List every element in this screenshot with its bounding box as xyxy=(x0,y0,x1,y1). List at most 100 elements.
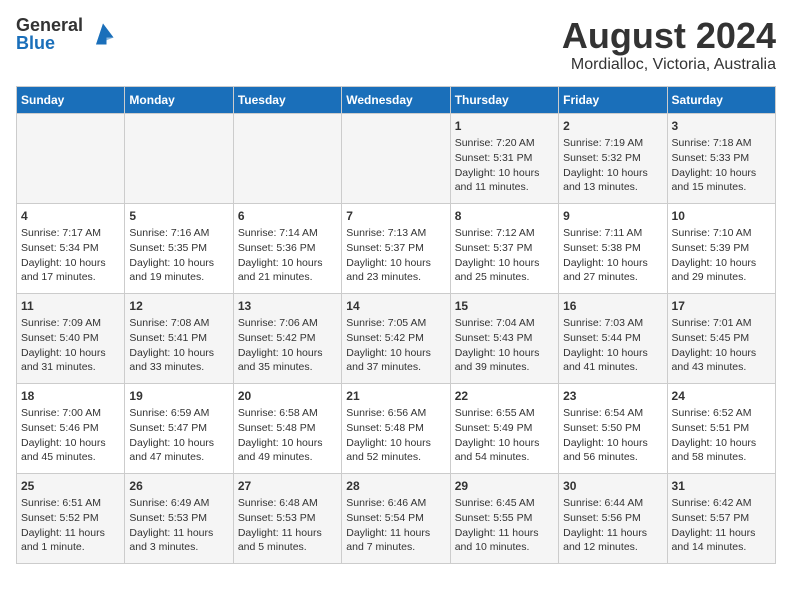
day-info: Sunset: 5:34 PM xyxy=(21,241,120,256)
day-info: and 35 minutes. xyxy=(238,360,337,375)
day-info: Sunrise: 7:16 AM xyxy=(129,226,228,241)
day-info: Daylight: 10 hours xyxy=(672,436,771,451)
day-info: Daylight: 10 hours xyxy=(455,166,554,181)
day-info: Sunrise: 6:48 AM xyxy=(238,496,337,511)
day-info: Sunrise: 7:04 AM xyxy=(455,316,554,331)
day-info: Daylight: 10 hours xyxy=(563,436,662,451)
day-info: and 45 minutes. xyxy=(21,450,120,465)
calendar-cell: 17Sunrise: 7:01 AMSunset: 5:45 PMDayligh… xyxy=(667,293,775,383)
day-number: 9 xyxy=(563,208,662,225)
day-info: Sunset: 5:53 PM xyxy=(129,511,228,526)
day-info: Daylight: 11 hours xyxy=(129,526,228,541)
day-info: Sunset: 5:38 PM xyxy=(563,241,662,256)
day-info: Sunrise: 7:00 AM xyxy=(21,406,120,421)
day-info: Daylight: 10 hours xyxy=(21,256,120,271)
day-info: Sunset: 5:33 PM xyxy=(672,151,771,166)
day-info: Daylight: 10 hours xyxy=(563,166,662,181)
day-info: Daylight: 11 hours xyxy=(238,526,337,541)
day-info: Daylight: 11 hours xyxy=(672,526,771,541)
day-info: Sunrise: 6:49 AM xyxy=(129,496,228,511)
day-info: and 43 minutes. xyxy=(672,360,771,375)
calendar-cell xyxy=(233,113,341,203)
day-info: Sunrise: 7:20 AM xyxy=(455,136,554,151)
calendar-cell: 18Sunrise: 7:00 AMSunset: 5:46 PMDayligh… xyxy=(17,383,125,473)
day-info: Daylight: 10 hours xyxy=(129,256,228,271)
weekday-header-row: Sunday Monday Tuesday Wednesday Thursday… xyxy=(17,86,776,113)
day-info: Daylight: 10 hours xyxy=(455,436,554,451)
header-wednesday: Wednesday xyxy=(342,86,450,113)
day-info: Daylight: 11 hours xyxy=(21,526,120,541)
day-number: 10 xyxy=(672,208,771,225)
day-number: 20 xyxy=(238,388,337,405)
calendar-week-row: 4Sunrise: 7:17 AMSunset: 5:34 PMDaylight… xyxy=(17,203,776,293)
calendar-cell: 9Sunrise: 7:11 AMSunset: 5:38 PMDaylight… xyxy=(559,203,667,293)
day-info: Daylight: 10 hours xyxy=(346,256,445,271)
calendar-cell: 6Sunrise: 7:14 AMSunset: 5:36 PMDaylight… xyxy=(233,203,341,293)
calendar-cell: 3Sunrise: 7:18 AMSunset: 5:33 PMDaylight… xyxy=(667,113,775,203)
day-info: Sunrise: 6:59 AM xyxy=(129,406,228,421)
calendar-cell: 14Sunrise: 7:05 AMSunset: 5:42 PMDayligh… xyxy=(342,293,450,383)
day-number: 30 xyxy=(563,478,662,495)
header-tuesday: Tuesday xyxy=(233,86,341,113)
day-info: Sunrise: 7:11 AM xyxy=(563,226,662,241)
day-info: and 54 minutes. xyxy=(455,450,554,465)
day-info: and 39 minutes. xyxy=(455,360,554,375)
day-info: Sunrise: 7:13 AM xyxy=(346,226,445,241)
day-number: 31 xyxy=(672,478,771,495)
day-info: Sunrise: 6:52 AM xyxy=(672,406,771,421)
calendar-cell: 8Sunrise: 7:12 AMSunset: 5:37 PMDaylight… xyxy=(450,203,558,293)
day-info: Daylight: 10 hours xyxy=(129,346,228,361)
day-info: Sunset: 5:52 PM xyxy=(21,511,120,526)
day-info: and 3 minutes. xyxy=(129,540,228,555)
day-number: 7 xyxy=(346,208,445,225)
day-info: and 58 minutes. xyxy=(672,450,771,465)
day-number: 29 xyxy=(455,478,554,495)
calendar-cell: 15Sunrise: 7:04 AMSunset: 5:43 PMDayligh… xyxy=(450,293,558,383)
day-info: Daylight: 10 hours xyxy=(238,256,337,271)
day-info: Daylight: 10 hours xyxy=(21,346,120,361)
day-number: 19 xyxy=(129,388,228,405)
day-info: Sunset: 5:51 PM xyxy=(672,421,771,436)
day-info: Sunset: 5:49 PM xyxy=(455,421,554,436)
day-number: 4 xyxy=(21,208,120,225)
calendar-cell: 12Sunrise: 7:08 AMSunset: 5:41 PMDayligh… xyxy=(125,293,233,383)
day-info: Sunrise: 7:03 AM xyxy=(563,316,662,331)
day-info: Daylight: 10 hours xyxy=(563,256,662,271)
day-info: Sunset: 5:54 PM xyxy=(346,511,445,526)
calendar-cell: 5Sunrise: 7:16 AMSunset: 5:35 PMDaylight… xyxy=(125,203,233,293)
day-info: Sunset: 5:39 PM xyxy=(672,241,771,256)
day-info: Daylight: 11 hours xyxy=(455,526,554,541)
day-info: and 21 minutes. xyxy=(238,270,337,285)
day-info: and 56 minutes. xyxy=(563,450,662,465)
calendar-cell: 28Sunrise: 6:46 AMSunset: 5:54 PMDayligh… xyxy=(342,473,450,563)
calendar-cell xyxy=(342,113,450,203)
day-info: and 27 minutes. xyxy=(563,270,662,285)
day-info: Daylight: 10 hours xyxy=(455,256,554,271)
calendar-title: August 2024 xyxy=(562,16,776,56)
calendar-week-row: 18Sunrise: 7:00 AMSunset: 5:46 PMDayligh… xyxy=(17,383,776,473)
day-info: and 52 minutes. xyxy=(346,450,445,465)
day-info: Sunrise: 6:46 AM xyxy=(346,496,445,511)
day-info: and 23 minutes. xyxy=(346,270,445,285)
day-info: Sunset: 5:44 PM xyxy=(563,331,662,346)
day-number: 23 xyxy=(563,388,662,405)
calendar-cell: 20Sunrise: 6:58 AMSunset: 5:48 PMDayligh… xyxy=(233,383,341,473)
day-info: Daylight: 11 hours xyxy=(563,526,662,541)
calendar-cell: 4Sunrise: 7:17 AMSunset: 5:34 PMDaylight… xyxy=(17,203,125,293)
day-info: and 17 minutes. xyxy=(21,270,120,285)
day-info: Daylight: 10 hours xyxy=(672,256,771,271)
calendar-cell: 29Sunrise: 6:45 AMSunset: 5:55 PMDayligh… xyxy=(450,473,558,563)
title-block: August 2024 Mordialloc, Victoria, Austra… xyxy=(562,16,776,74)
calendar-cell xyxy=(17,113,125,203)
day-info: Sunrise: 6:55 AM xyxy=(455,406,554,421)
day-info: Daylight: 10 hours xyxy=(129,436,228,451)
header-saturday: Saturday xyxy=(667,86,775,113)
logo: General Blue xyxy=(16,16,117,52)
day-number: 13 xyxy=(238,298,337,315)
calendar-cell: 7Sunrise: 7:13 AMSunset: 5:37 PMDaylight… xyxy=(342,203,450,293)
day-info: Sunset: 5:48 PM xyxy=(238,421,337,436)
calendar-cell: 1Sunrise: 7:20 AMSunset: 5:31 PMDaylight… xyxy=(450,113,558,203)
day-number: 1 xyxy=(455,118,554,135)
calendar-cell: 10Sunrise: 7:10 AMSunset: 5:39 PMDayligh… xyxy=(667,203,775,293)
day-info: and 11 minutes. xyxy=(455,180,554,195)
